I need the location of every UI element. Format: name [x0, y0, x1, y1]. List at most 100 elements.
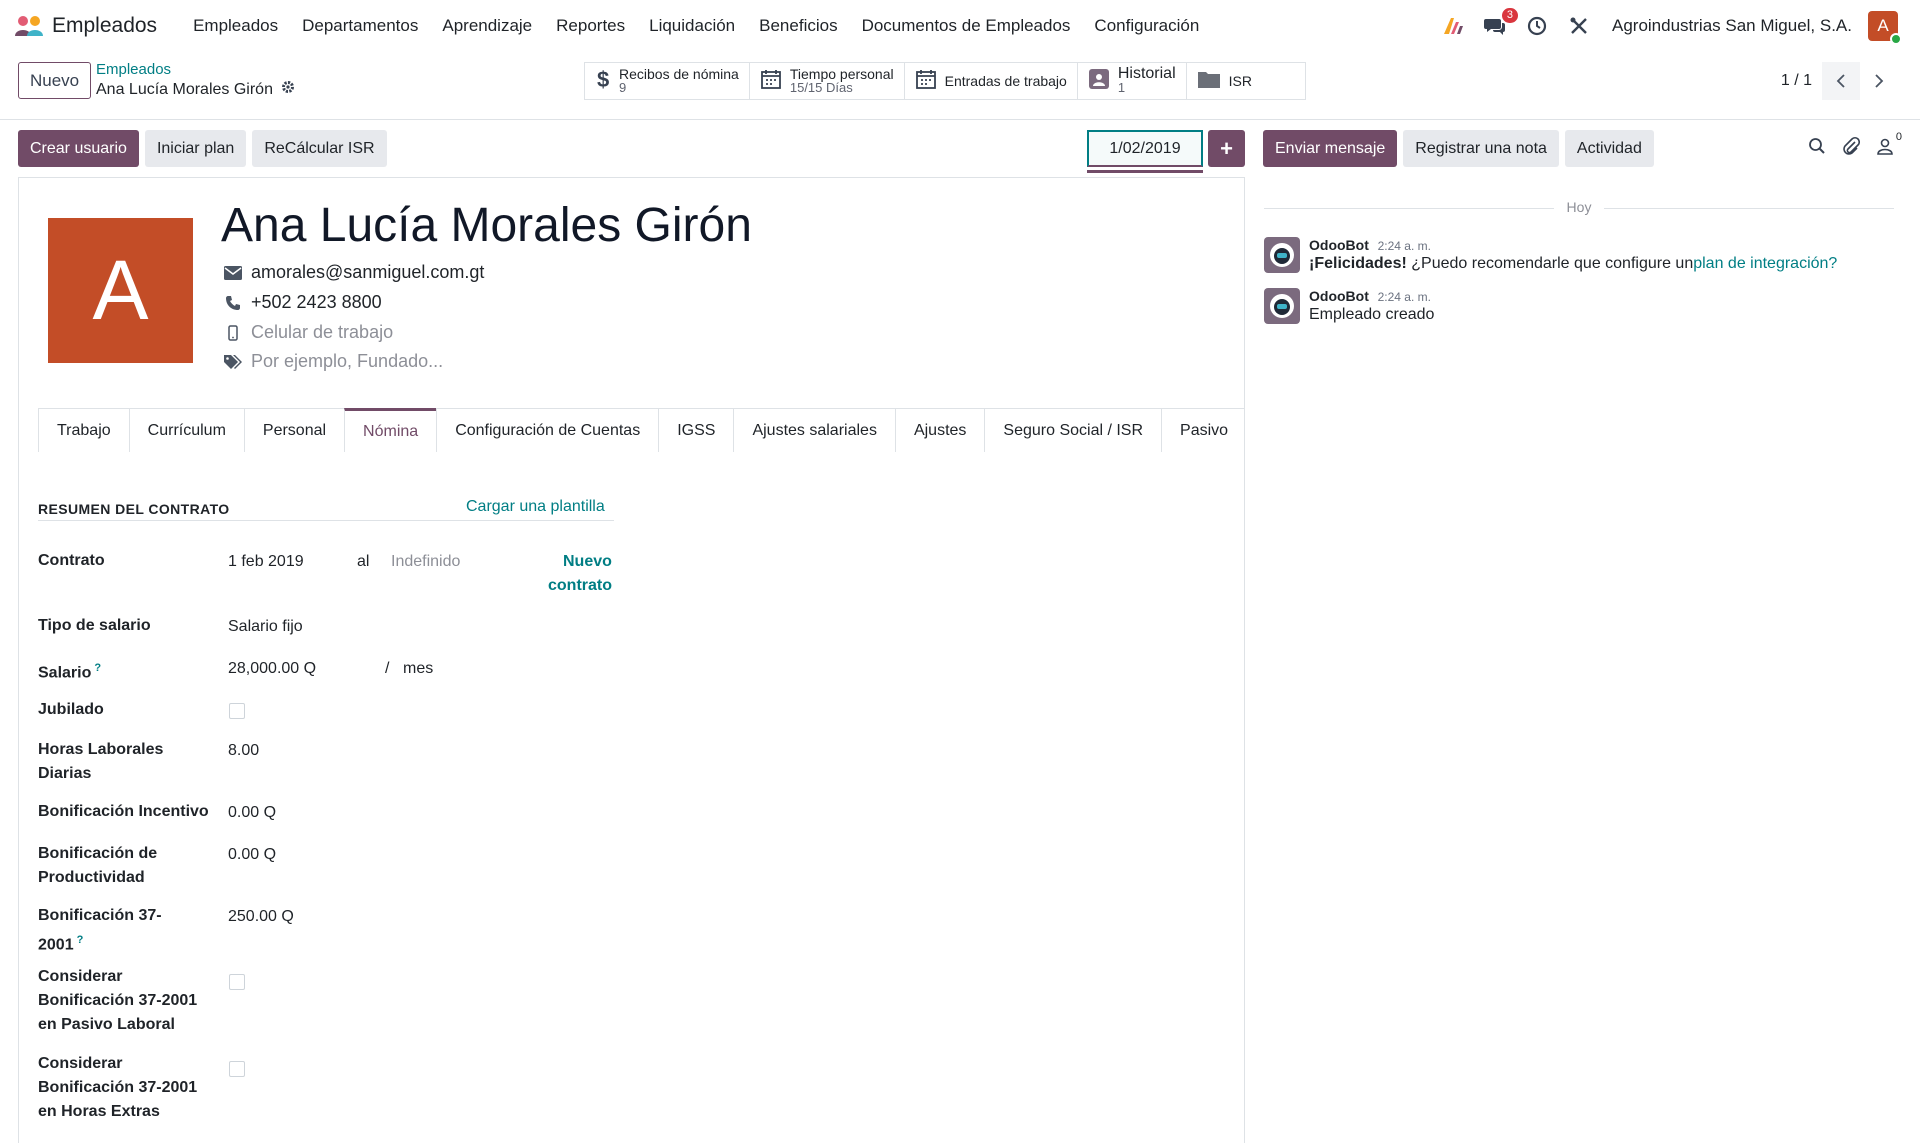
phone-field[interactable]: +502 2423 8800: [251, 292, 382, 313]
tab-personal[interactable]: Personal: [243, 408, 346, 452]
contract-start-date[interactable]: 1 feb 2019: [228, 550, 304, 574]
salary-type-label: Tipo de salario: [38, 617, 151, 634]
message-body: Empleado creado: [1309, 306, 1435, 323]
consider-overtime-label-line1: Considerar: [38, 1055, 123, 1072]
pager-value[interactable]: 1 / 1: [1781, 72, 1812, 90]
tools-icon[interactable]: [1566, 13, 1592, 39]
menu-reportes[interactable]: Reportes: [556, 16, 625, 36]
menu-aprendizaje[interactable]: Aprendizaje: [442, 16, 532, 36]
consider-liability-label: Considerar Bonificación 37-2001 en Pasiv…: [38, 965, 213, 1037]
message-author[interactable]: OdooBot: [1309, 237, 1369, 253]
smart-button-isr[interactable]: ISR: [1187, 63, 1305, 99]
help-tooltip-icon[interactable]: ?: [77, 934, 84, 946]
smart-button-payslips[interactable]: $ Recibos de nómina 9: [585, 63, 750, 99]
mobile-field[interactable]: Celular de trabajo: [251, 322, 393, 343]
mobile-row: Celular de trabajo: [223, 322, 393, 343]
odoobot-avatar[interactable]: [1264, 237, 1300, 273]
form-tabs: Trabajo Currículum Personal Nómina Confi…: [38, 408, 1244, 452]
menu-empleados[interactable]: Empleados: [193, 16, 278, 36]
consider-liability-checkbox[interactable]: [229, 974, 245, 990]
menu-liquidacion[interactable]: Liquidación: [649, 16, 735, 36]
daily-hours-field[interactable]: 8.00: [228, 739, 259, 763]
employee-name[interactable]: Ana Lucía Morales Girón: [221, 198, 752, 253]
start-plan-button[interactable]: Iniciar plan: [144, 130, 247, 167]
help-tooltip-icon[interactable]: ?: [94, 662, 101, 674]
odoobot-avatar[interactable]: [1264, 288, 1300, 324]
clock-icon[interactable]: [1524, 13, 1550, 39]
salary-separator: /: [385, 660, 390, 677]
date-field[interactable]: 1/02/2019: [1087, 130, 1203, 167]
consider-overtime-label-line2: Bonificación 37-2001: [38, 1079, 198, 1096]
paperclip-icon[interactable]: [1842, 136, 1861, 161]
contract-label: Contrato: [38, 552, 105, 569]
consider-overtime-label: Considerar Bonificación 37-2001 en Horas…: [38, 1052, 213, 1124]
recalc-isr-button[interactable]: ReCálcular ISR: [252, 130, 387, 167]
new-button[interactable]: Nuevo: [18, 62, 92, 99]
svg-text:$: $: [597, 67, 609, 91]
productivity-bonus-label: Bonificación de Productividad: [38, 842, 213, 890]
menu-documentos[interactable]: Documentos de Empleados: [862, 16, 1071, 36]
user-avatar[interactable]: A: [1868, 11, 1902, 45]
load-template-link[interactable]: Cargar una plantilla: [466, 498, 605, 516]
employee-avatar[interactable]: A: [48, 218, 193, 363]
bonus-37-2001-field[interactable]: 250.00 Q: [228, 905, 294, 929]
smart-button-label: Recibos de nómina: [619, 66, 739, 82]
smart-button-history[interactable]: Historial 1: [1078, 63, 1187, 99]
productivity-bonus-label-line1: Bonificación de: [38, 845, 158, 862]
salary-type-field[interactable]: Salario fijo: [228, 615, 303, 639]
productivity-bonus-field[interactable]: 0.00 Q: [228, 843, 276, 867]
add-button[interactable]: +: [1208, 130, 1245, 167]
tags-field[interactable]: Por ejemplo, Fundado...: [251, 351, 443, 372]
onboarding-plan-link[interactable]: plan de integración?: [1693, 255, 1837, 272]
tab-igss[interactable]: IGSS: [658, 408, 735, 452]
menu-configuracion[interactable]: Configuración: [1094, 16, 1199, 36]
menu-departamentos[interactable]: Departamentos: [302, 16, 418, 36]
followers-icon[interactable]: 0: [1876, 131, 1902, 160]
bonus-37-2001-label-line1: Bonificación 37-: [38, 907, 162, 924]
phone-row: +502 2423 8800: [223, 292, 382, 313]
activity-button[interactable]: Actividad: [1564, 130, 1654, 167]
salary-period[interactable]: mes: [403, 657, 433, 681]
daily-hours-label-line2: Diarias: [38, 765, 92, 782]
app-brand[interactable]: Empleados: [14, 14, 181, 38]
new-contract-link[interactable]: Nuevo: [563, 550, 612, 574]
tab-pasivo[interactable]: Pasivo: [1161, 408, 1244, 452]
log-note-button[interactable]: Registrar una nota: [1403, 130, 1559, 167]
ai-assistant-icon[interactable]: [1440, 13, 1466, 39]
gear-icon[interactable]: [281, 80, 295, 99]
create-user-button[interactable]: Crear usuario: [18, 130, 139, 167]
tab-nomina[interactable]: Nómina: [344, 408, 438, 452]
tab-trabajo[interactable]: Trabajo: [38, 408, 130, 452]
form-action-buttons: Crear usuario Iniciar plan ReCálcular IS…: [18, 130, 393, 167]
pager-previous-button[interactable]: [1822, 62, 1860, 100]
messages-icon[interactable]: 3: [1482, 8, 1518, 39]
salary-field[interactable]: 28,000.00 Q: [228, 657, 316, 681]
tab-curriculum[interactable]: Currículum: [128, 408, 245, 452]
tab-seguro-social-isr[interactable]: Seguro Social / ISR: [984, 408, 1163, 452]
employees-app-icon: [14, 14, 44, 38]
message-header: OdooBot 2:24 a. m.: [1309, 286, 1431, 306]
smart-button-work-entries[interactable]: Entradas de trabajo: [905, 63, 1078, 99]
tab-configuracion-cuentas[interactable]: Configuración de Cuentas: [436, 408, 660, 452]
email-field[interactable]: amorales@sanmiguel.com.gt: [251, 262, 484, 283]
consider-overtime-checkbox[interactable]: [229, 1061, 245, 1077]
company-switcher[interactable]: Agroindustrias San Miguel, S.A.: [1612, 16, 1852, 36]
chevron-left-icon: [1836, 74, 1845, 88]
send-message-button[interactable]: Enviar mensaje: [1263, 130, 1398, 167]
new-contract-link-2[interactable]: contrato: [548, 574, 612, 598]
smart-button-time-off[interactable]: Tiempo personal 15/15 Días: [750, 63, 905, 99]
pager-next-button[interactable]: [1860, 62, 1898, 100]
consider-liability-label-line1: Considerar: [38, 968, 123, 985]
menu-beneficios[interactable]: Beneficios: [759, 16, 837, 36]
user-initial: A: [1877, 16, 1889, 35]
contact-card-icon: [1088, 67, 1110, 96]
incentive-bonus-field[interactable]: 0.00 Q: [228, 801, 276, 825]
tags-icon: [223, 354, 243, 370]
breadcrumb-parent-link[interactable]: Empleados: [96, 61, 295, 78]
tab-ajustes-salariales[interactable]: Ajustes salariales: [733, 408, 896, 452]
contract-end-date[interactable]: Indefinido: [391, 550, 460, 574]
search-icon[interactable]: [1808, 137, 1826, 160]
retired-checkbox[interactable]: [229, 703, 245, 719]
tab-ajustes[interactable]: Ajustes: [894, 408, 986, 452]
message-author[interactable]: OdooBot: [1309, 288, 1369, 304]
